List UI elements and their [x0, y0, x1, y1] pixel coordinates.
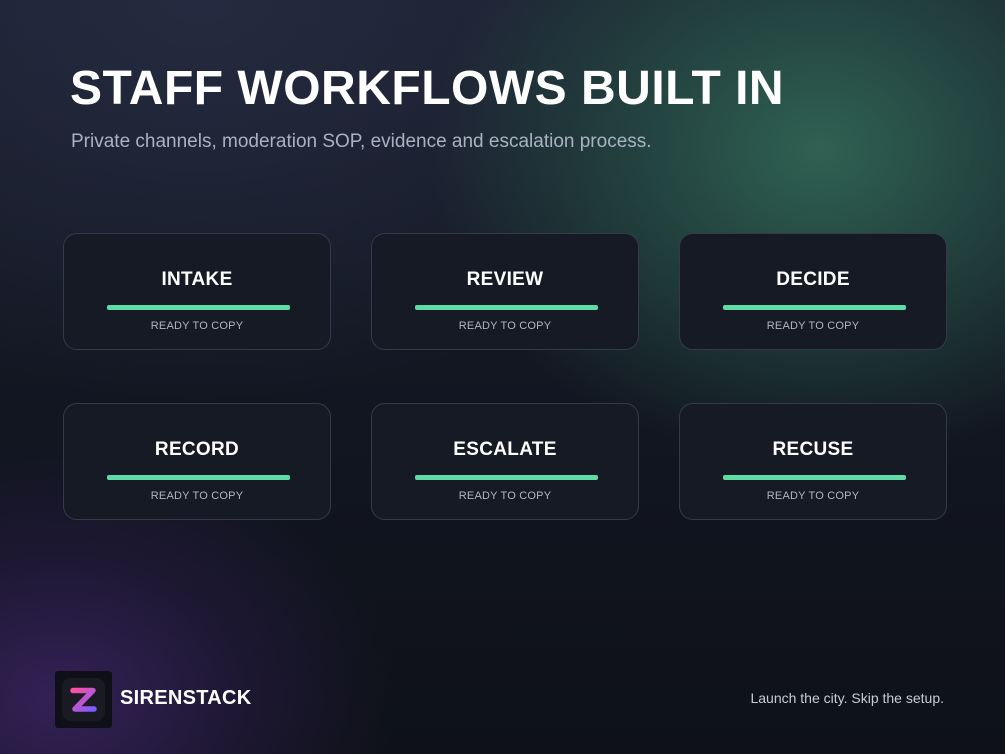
workflow-card-intake[interactable]: INTAKE READY TO COPY: [63, 233, 331, 350]
card-title: ESCALATE: [453, 439, 557, 460]
card-status: READY TO COPY: [150, 490, 244, 502]
brand-name: SIRENSTACK: [120, 687, 252, 709]
card-accent-bar: [723, 305, 906, 310]
card-status: READY TO COPY: [150, 320, 244, 332]
z-glyph-icon: [70, 687, 97, 712]
workflow-card-record[interactable]: RECORD READY TO COPY: [63, 403, 331, 520]
card-accent-bar: [415, 305, 598, 310]
card-status: READY TO COPY: [766, 320, 860, 332]
logo-tile: [62, 678, 105, 721]
card-status: READY TO COPY: [766, 490, 860, 502]
card-title: REVIEW: [466, 269, 544, 290]
page-subtitle: Private channels, moderation SOP, eviden…: [71, 131, 652, 152]
workflow-card-review[interactable]: REVIEW READY TO COPY: [371, 233, 639, 350]
workflow-card-decide[interactable]: DECIDE READY TO COPY: [679, 233, 947, 350]
card-accent-bar: [107, 305, 290, 310]
card-title: INTAKE: [161, 269, 233, 290]
card-title: RECORD: [154, 439, 240, 460]
card-title: RECUSE: [772, 439, 854, 460]
card-accent-bar: [415, 475, 598, 480]
card-accent-bar: [723, 475, 906, 480]
tagline: Launch the city. Skip the setup.: [750, 690, 944, 706]
card-status: READY TO COPY: [458, 320, 552, 332]
z-logo-icon: [55, 671, 112, 728]
page-title: STAFF WORKFLOWS BUILT IN: [70, 62, 785, 115]
card-status: READY TO COPY: [458, 490, 552, 502]
card-title: DECIDE: [776, 269, 850, 290]
workflow-card-recuse[interactable]: RECUSE READY TO COPY: [679, 403, 947, 520]
workflow-card-escalate[interactable]: ESCALATE READY TO COPY: [371, 403, 639, 520]
card-accent-bar: [107, 475, 290, 480]
